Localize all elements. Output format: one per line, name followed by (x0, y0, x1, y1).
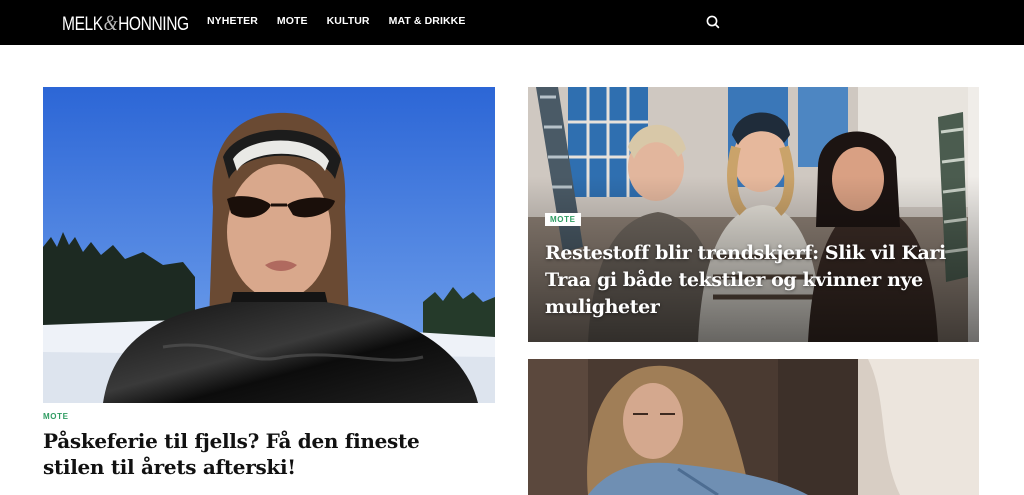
article-2-title[interactable]: Restestoff blir trendskjerf: Slik vil Ka… (545, 240, 970, 321)
logo-wordmark: MELK&HONNING (62, 10, 189, 36)
article-3-image[interactable] (528, 359, 979, 495)
nav-item-mat-drikke[interactable]: MAT & DRIKKE (389, 15, 466, 27)
main-menu: NYHETER MOTE KULTUR MAT & DRIKKE (207, 15, 484, 27)
search-icon[interactable] (705, 14, 721, 30)
logo-text-left: MELK (62, 14, 103, 35)
nav-item-kultur[interactable]: KULTUR (327, 15, 370, 27)
logo-text-right: HONNING (118, 14, 189, 35)
nav-item-nyheter[interactable]: NYHETER (207, 15, 258, 27)
article-1-title[interactable]: Påskeferie til fjells? Få den fineste st… (43, 428, 483, 480)
article-2-category[interactable]: MOTE (545, 213, 581, 226)
article-1-category[interactable]: MOTE (43, 412, 69, 421)
nav-item-mote[interactable]: MOTE (277, 15, 308, 27)
logo-ampersand: & (103, 10, 118, 35)
site-logo[interactable]: MELK&HONNING (62, 10, 217, 36)
article-1-image[interactable] (43, 87, 495, 403)
top-navigation-bar: MELK&HONNING NYHETER MOTE KULTUR MAT & D… (0, 0, 1024, 45)
